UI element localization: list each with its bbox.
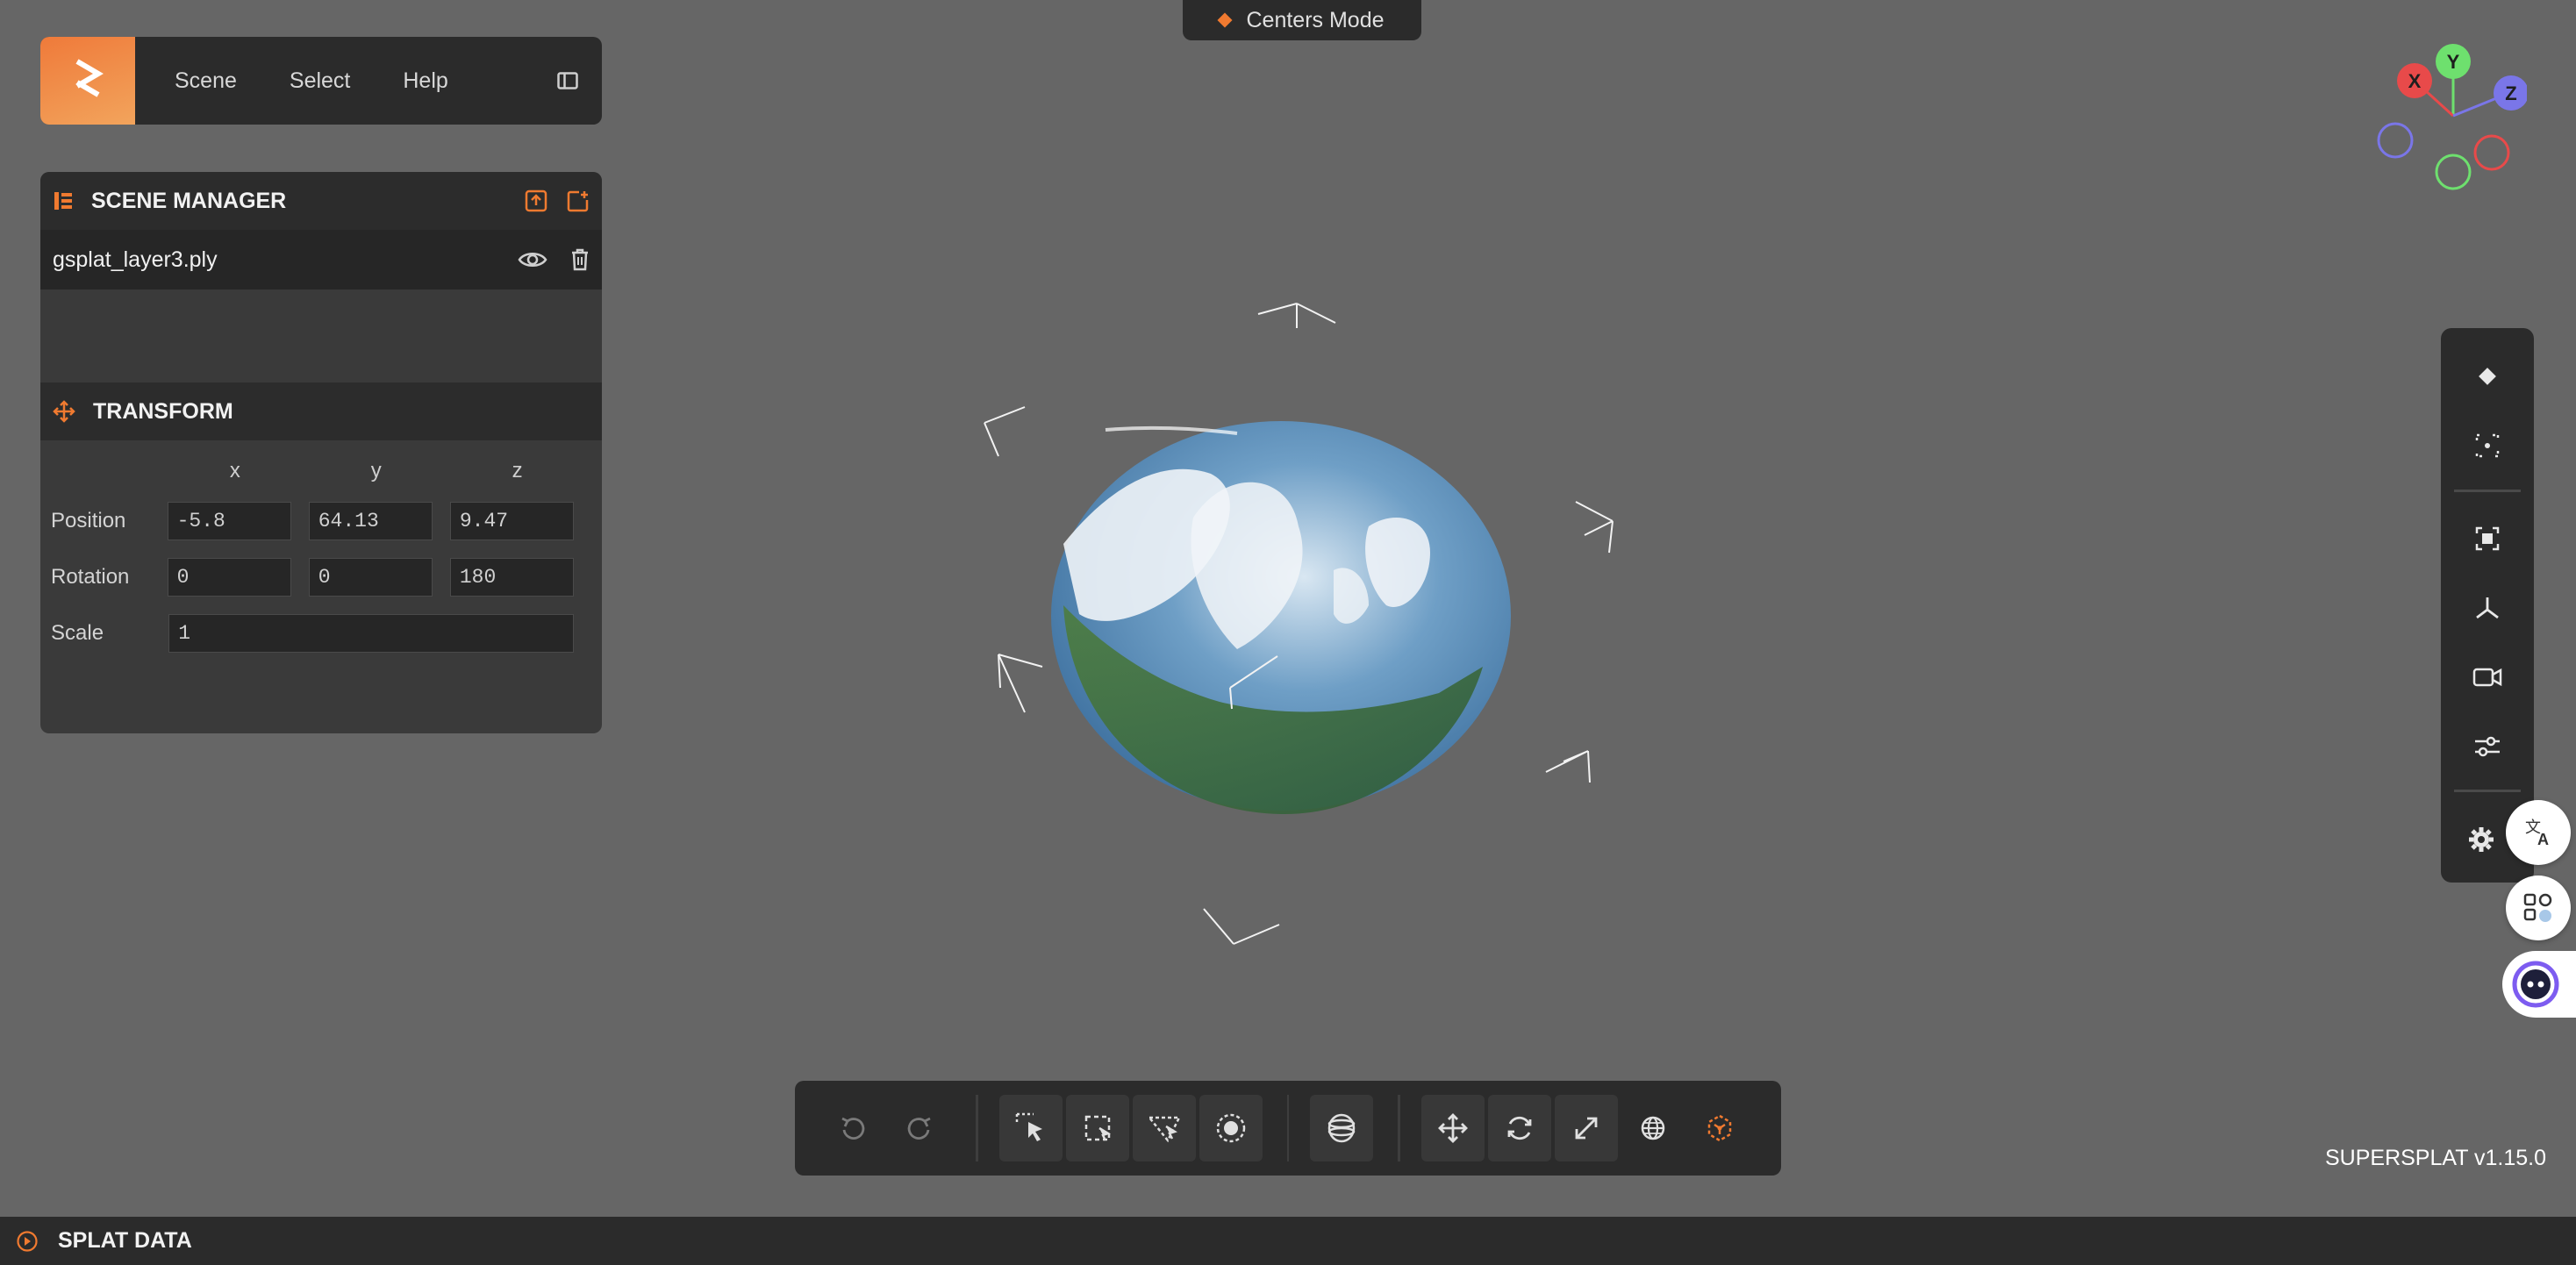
splat-data-toggle-icon[interactable]: [16, 1230, 39, 1253]
mode-label: Centers Mode: [1246, 7, 1385, 32]
mode-diamond-icon: [1217, 12, 1233, 28]
gizmo-z-label: Z: [2505, 82, 2516, 104]
world-space-icon[interactable]: [1621, 1095, 1685, 1161]
axes-icon[interactable]: [2461, 582, 2514, 634]
diamond-icon[interactable]: [2461, 351, 2514, 403]
axis-x-label: x: [229, 459, 240, 482]
polygon-select-icon[interactable]: [1132, 1095, 1196, 1161]
gizmo-y-label: Y: [2447, 51, 2460, 73]
picker-select-icon[interactable]: [998, 1095, 1063, 1161]
transform-title: TRANSFORM: [93, 398, 233, 424]
gizmo-x-label: X: [2408, 70, 2422, 92]
sliders-icon[interactable]: [2461, 720, 2514, 772]
scene-list-icon: [54, 192, 72, 210]
supersplat-editor: Scene Select Help SCENE MANAGER gsplat_l…: [0, 0, 2576, 1265]
delete-trash-icon[interactable]: [570, 248, 590, 271]
rotation-z-input[interactable]: 180: [449, 558, 575, 597]
main-menu-bar: Scene Select Help: [40, 37, 602, 125]
menu-select[interactable]: Select: [263, 37, 376, 125]
toolbar-divider-2: [2454, 790, 2521, 793]
toolbar-separator-2: [1286, 1095, 1290, 1161]
scale-row: Scale 1: [51, 605, 591, 661]
gizmo-neg-z[interactable]: [2377, 122, 2414, 159]
toolbar-divider: [2454, 489, 2521, 492]
rotation-y-input[interactable]: 0: [308, 558, 433, 597]
axis-y-label: y: [370, 459, 382, 482]
view-gizmo[interactable]: Y X Z: [2369, 40, 2527, 198]
scene-item-name: gsplat_layer3.ply: [53, 247, 218, 272]
gizmo-neg-x[interactable]: [2473, 134, 2510, 171]
redo-icon[interactable]: [888, 1095, 951, 1161]
scene-manager-header: SCENE MANAGER: [40, 172, 602, 230]
axis-headers: x y z: [51, 449, 591, 493]
translate-move-icon[interactable]: [1421, 1095, 1485, 1161]
bottom-toolbar: [795, 1081, 1781, 1176]
gizmo-neg-y[interactable]: [2435, 154, 2472, 190]
sphere-select-icon[interactable]: [1310, 1095, 1374, 1161]
svg-text:A: A: [2537, 831, 2549, 848]
position-row: Position -5.8 64.13 9.47: [51, 493, 591, 549]
scene-list-empty-area: [40, 289, 602, 382]
brush-select-icon[interactable]: [1199, 1095, 1263, 1161]
frame-selection-icon[interactable]: [2461, 513, 2514, 565]
splat-data-title: SPLAT DATA: [58, 1228, 192, 1253]
new-scene-icon[interactable]: [567, 189, 590, 212]
position-y-input[interactable]: 64.13: [308, 502, 433, 540]
scale-input[interactable]: 1: [168, 614, 574, 653]
panel-toggle-icon[interactable]: [556, 69, 579, 92]
supersplat-logo[interactable]: [40, 37, 135, 125]
right-toolbar: [2441, 328, 2534, 883]
transform-header: TRANSFORM: [40, 382, 602, 440]
local-space-icon[interactable]: [1688, 1095, 1751, 1161]
assistant-bot-icon[interactable]: [2502, 951, 2576, 1018]
move-arrows-icon: [53, 400, 75, 423]
menu-help[interactable]: Help: [376, 37, 474, 125]
scene-panel: SCENE MANAGER gsplat_layer3.ply TRANSFOR…: [40, 172, 602, 733]
rotation-row: Rotation 0 0 180: [51, 549, 591, 605]
toolbar-separator: [975, 1095, 978, 1161]
undo-icon[interactable]: [821, 1095, 884, 1161]
logo-icon: [75, 59, 104, 97]
lasso-select-icon[interactable]: [1065, 1095, 1129, 1161]
position-label: Position: [51, 509, 126, 532]
scale-label: Scale: [51, 621, 104, 645]
frame-markers: [984, 303, 1614, 945]
scene-item[interactable]: gsplat_layer3.ply: [40, 230, 602, 289]
translate-icon[interactable]: 文 A: [2506, 800, 2571, 865]
position-x-input[interactable]: -5.8: [167, 502, 291, 540]
focus-center-icon[interactable]: [2461, 420, 2514, 472]
visibility-eye-icon[interactable]: [518, 250, 547, 269]
scene-manager-title: SCENE MANAGER: [91, 188, 287, 213]
transform-body: x y z Position -5.8 64.13 9.47 Rotation …: [40, 440, 602, 661]
rotate-icon[interactable]: [1488, 1095, 1552, 1161]
shapes-search-icon[interactable]: [2506, 875, 2571, 940]
import-icon[interactable]: [525, 189, 547, 212]
splat-sphere[interactable]: [1051, 421, 1511, 815]
rotation-x-input[interactable]: 0: [167, 558, 291, 597]
centers-mode-indicator[interactable]: Centers Mode: [1183, 0, 1421, 40]
position-z-input[interactable]: 9.47: [449, 502, 575, 540]
gear-icon[interactable]: [2455, 813, 2508, 865]
rotation-label: Rotation: [51, 565, 130, 589]
axis-z-label: z: [512, 459, 523, 482]
version-label: SUPERSPLAT v1.15.0: [2325, 1146, 2546, 1170]
menu-scene[interactable]: Scene: [135, 37, 263, 125]
camera-icon[interactable]: [2461, 651, 2514, 703]
scale-icon[interactable]: [1555, 1095, 1619, 1161]
toolbar-separator-3: [1398, 1095, 1401, 1161]
splat-data-bar[interactable]: SPLAT DATA: [0, 1217, 2576, 1265]
